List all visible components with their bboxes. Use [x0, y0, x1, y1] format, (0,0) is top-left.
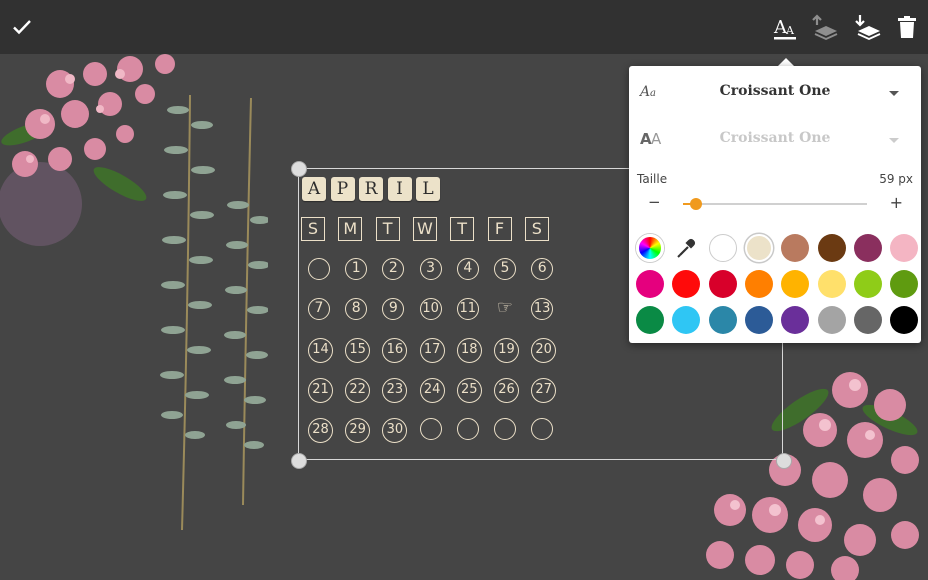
- calendar-day: 10: [419, 298, 442, 320]
- calendar-day: 18: [456, 338, 482, 363]
- panel-pointer: [778, 58, 794, 66]
- calendar-day: 24: [419, 378, 445, 403]
- calendar-day: 3: [419, 258, 442, 280]
- resize-handle-bottom-left[interactable]: [291, 453, 307, 469]
- calendar-day: [456, 418, 479, 440]
- color-swatch[interactable]: [708, 270, 737, 298]
- eucalyptus-branch-right: [224, 97, 268, 506]
- month-letter-tile: R: [359, 177, 383, 201]
- calendar-day: 28: [308, 418, 333, 443]
- month-letter-tile: I: [387, 177, 412, 201]
- calendar-day: [419, 418, 442, 440]
- size-value: 59 px: [879, 172, 913, 186]
- color-swatch[interactable]: [890, 270, 919, 298]
- color-swatch[interactable]: [781, 306, 810, 334]
- check-icon[interactable]: [6, 11, 38, 43]
- color-swatch[interactable]: [672, 270, 701, 298]
- calendar-day: 7: [308, 298, 330, 320]
- month-letter-tile: L: [416, 177, 440, 201]
- color-swatch[interactable]: [781, 270, 810, 298]
- calendar-day: 11: [456, 298, 479, 320]
- color-swatch[interactable]: [744, 270, 773, 298]
- color-swatch[interactable]: [781, 234, 810, 262]
- color-swatch[interactable]: [744, 234, 773, 262]
- chevron-down-icon: [889, 91, 899, 96]
- chevron-down-icon: [889, 138, 899, 143]
- pointing-hand-icon: ☞: [496, 297, 514, 318]
- color-swatch[interactable]: [636, 270, 664, 298]
- weekday-label: M: [338, 217, 363, 241]
- calendar-day: 26: [494, 378, 519, 403]
- weekday-label: T: [375, 217, 400, 241]
- color-swatch[interactable]: [817, 234, 846, 262]
- weekday-label: W: [412, 217, 437, 241]
- calendar-day: 17: [419, 338, 445, 363]
- eyedropper-icon[interactable]: [672, 234, 701, 262]
- font-case-dropdown[interactable]: AA Croissant One: [629, 117, 921, 163]
- color-swatch[interactable]: [744, 306, 773, 334]
- text-style-icon[interactable]: A A: [769, 11, 801, 43]
- calendar-day: [308, 258, 330, 280]
- top-toolbar: A A: [0, 0, 928, 54]
- svg-text:A: A: [785, 24, 795, 37]
- calendar-day: [494, 418, 516, 440]
- calendar-day: 4: [456, 258, 479, 280]
- weekday-label: T: [450, 217, 475, 241]
- calendar-day: 21: [308, 378, 333, 403]
- size-decrease-button[interactable]: −: [648, 193, 661, 211]
- color-swatch[interactable]: [817, 270, 846, 298]
- calendar-day: 14: [308, 338, 333, 363]
- secondary-font-name: Croissant One: [719, 130, 831, 146]
- color-swatch[interactable]: [853, 234, 882, 262]
- color-swatch[interactable]: [890, 306, 919, 334]
- color-swatch[interactable]: [708, 306, 737, 334]
- color-swatch[interactable]: [708, 234, 737, 262]
- color-swatch[interactable]: [672, 306, 701, 334]
- size-slider[interactable]: [683, 198, 867, 210]
- size-label: Taille: [637, 172, 668, 186]
- calendar-day: 5: [494, 258, 516, 280]
- font-family-name: Croissant One: [719, 83, 831, 99]
- weekday-label: F: [487, 217, 512, 241]
- resize-handle-bottom-right[interactable]: [776, 453, 792, 469]
- color-picker-icon[interactable]: [636, 234, 664, 262]
- weekday-label: S: [301, 217, 325, 241]
- size-increase-button[interactable]: +: [890, 193, 903, 212]
- month-letter-tile: A: [302, 177, 326, 201]
- trash-icon[interactable]: [891, 11, 923, 43]
- color-swatch[interactable]: [853, 306, 882, 334]
- color-swatch[interactable]: [636, 306, 664, 334]
- font-family-dropdown[interactable]: Aa Croissant One: [629, 70, 921, 116]
- eucalyptus-branch-left: [160, 94, 215, 531]
- color-swatch[interactable]: [817, 306, 846, 334]
- layer-down-icon[interactable]: [851, 11, 883, 43]
- weekday-label: S: [524, 217, 549, 241]
- resize-handle-top-left[interactable]: [291, 161, 307, 177]
- calendar-day: 19: [494, 338, 519, 363]
- layer-up-icon[interactable]: [808, 11, 840, 43]
- size-slider-thumb[interactable]: [689, 198, 702, 210]
- calendar-day: 25: [456, 378, 482, 403]
- color-swatch[interactable]: [890, 234, 919, 262]
- month-letter-tile: P: [330, 177, 355, 201]
- color-swatch[interactable]: [853, 270, 882, 298]
- text-options-panel: Aa Croissant One AA Croissant One Taille…: [629, 66, 921, 343]
